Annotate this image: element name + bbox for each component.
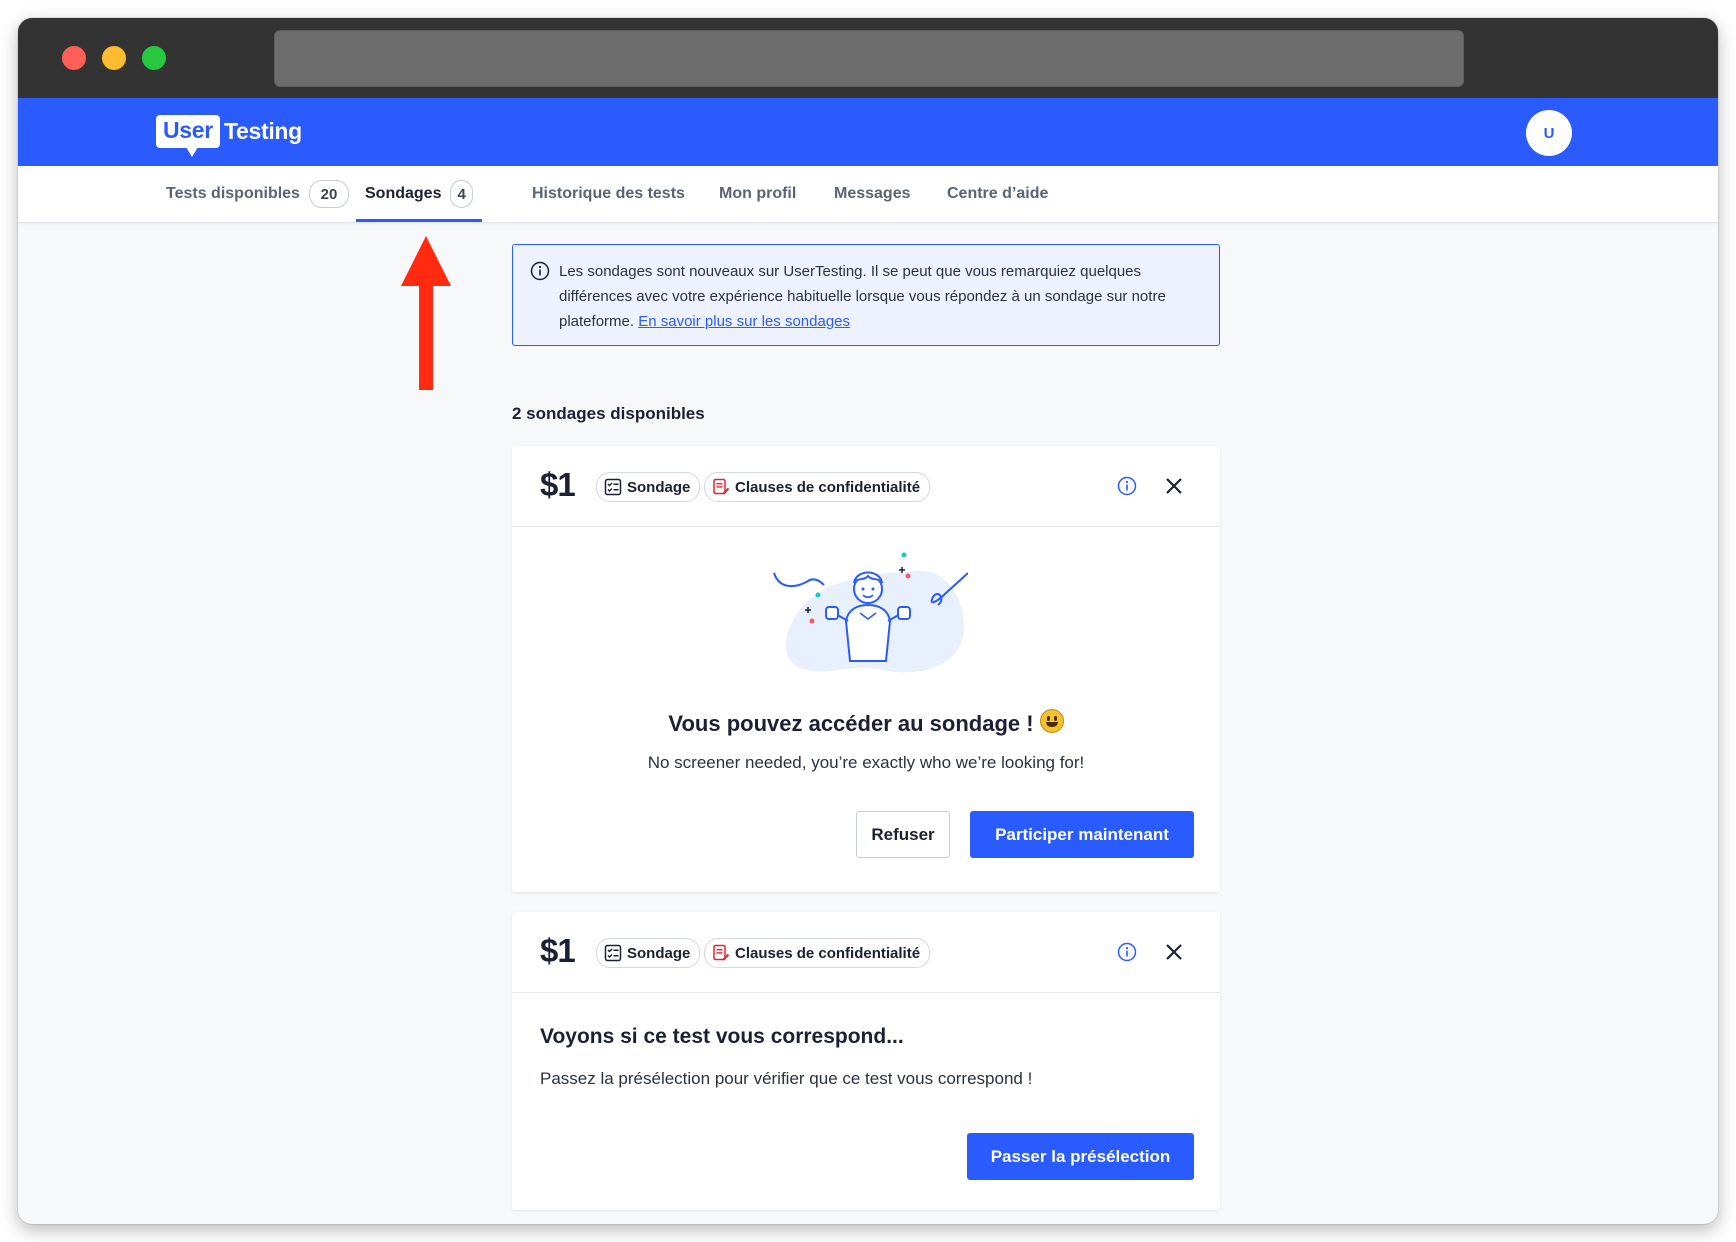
tab-label: Sondages [365,185,442,202]
tab-messages[interactable]: Messages [834,166,911,222]
survey-chip: Sondage [596,938,701,968]
participate-now-button[interactable]: Participer maintenant [970,811,1194,858]
tab-count-badge: 20 [308,180,349,208]
access-subtitle: No screener needed, you’re exactly who w… [647,753,1085,772]
logo-user-text: User [156,114,220,157]
card-price: $1 [540,466,576,503]
privacy-chip: Clauses de confidentialité [704,938,931,968]
access-title-text: Vous pouvez accéder au sondage ! [668,711,1034,736]
survey-card: $1 Sondage Clauses de confidentialité Vo… [512,912,1220,1210]
card-body: Vous pouvez accéder au sondage ! No scre… [512,527,1220,893]
learn-more-link[interactable]: En savoir plus sur les sondages [638,313,850,330]
main-content: Les sondages sont nouveaux sur UserTesti… [512,244,1220,1210]
card-body: Voyons si ce test vous correspond... Pas… [512,993,1220,1211]
privacy-chip-label: Clauses de confidentialité [735,944,921,962]
access-title: Vous pouvez accéder au sondage ! [512,709,1220,737]
browser-titlebar [18,18,1718,98]
checklist-icon [604,478,622,496]
survey-card: $1 Sondage Clauses de confidentialité Vo… [512,446,1220,892]
celebrating-person-illustration [773,552,968,673]
take-screener-button[interactable]: Passer la présélection [967,1133,1194,1180]
privacy-chip: Clauses de confidentialité [704,472,931,502]
tab-historique[interactable]: Historique des tests [532,166,685,222]
decline-button[interactable]: Refuser [856,811,950,858]
active-tab-indicator [356,219,482,222]
survey-chip: Sondage [596,472,701,502]
survey-notice-banner: Les sondages sont nouveaux sur UserTesti… [512,244,1220,346]
card-info-icon[interactable] [1117,942,1137,962]
tab-label: Centre d’aide [947,185,1049,202]
notice-text: Les sondages sont nouveaux sur UserTesti… [559,259,1199,334]
tab-tests-disponibles[interactable]: Tests disponibles 20 [166,166,349,222]
info-icon [530,261,550,281]
address-bar[interactable] [274,30,1464,87]
usertesting-logo[interactable]: User Testing [156,108,302,157]
tab-label: Mon profil [719,185,797,202]
main-nav: Tests disponibles 20 Sondages 4 Historiq… [18,166,1718,223]
card-price: $1 [540,932,576,969]
survey-chip-label: Sondage [627,478,691,496]
privacy-chip-label: Clauses de confidentialité [735,478,921,496]
checklist-icon [604,944,622,962]
tab-label: Tests disponibles [166,185,300,202]
tab-centre-aide[interactable]: Centre d’aide [947,166,1048,222]
maximize-window-button[interactable] [142,46,166,70]
survey-chip-label: Sondage [627,944,691,962]
tab-label: Messages [834,185,911,202]
tab-sondages[interactable]: Sondages 4 [356,166,482,222]
close-window-button[interactable] [62,46,86,70]
browser-window: User Testing U Tests disponibles 20 Sond… [18,18,1718,1224]
app-header: User Testing U [18,98,1718,166]
card-header: $1 Sondage Clauses de confidentialité [512,446,1220,527]
privacy-document-icon [713,944,730,961]
privacy-document-icon [713,478,730,495]
match-subtitle: Passez la présélection pour vérifier que… [540,1069,1033,1088]
dismiss-close-icon[interactable] [1164,942,1184,962]
tab-count-badge: 4 [450,180,473,208]
minimize-window-button[interactable] [102,46,126,70]
tab-label: Historique des tests [532,185,685,202]
smiley-emoji-icon [1039,709,1064,733]
tab-mon-profil[interactable]: Mon profil [719,166,796,222]
dismiss-close-icon[interactable] [1164,476,1184,496]
section-title: 2 sondages disponibles [512,404,705,423]
card-header: $1 Sondage Clauses de confidentialité [512,912,1220,993]
logo-testing-text: Testing [223,117,302,144]
match-title: Voyons si ce test vous correspond... [540,1025,904,1048]
red-arrow-annotation [401,236,451,390]
card-info-icon[interactable] [1117,476,1137,496]
user-avatar[interactable]: U [1526,110,1572,156]
